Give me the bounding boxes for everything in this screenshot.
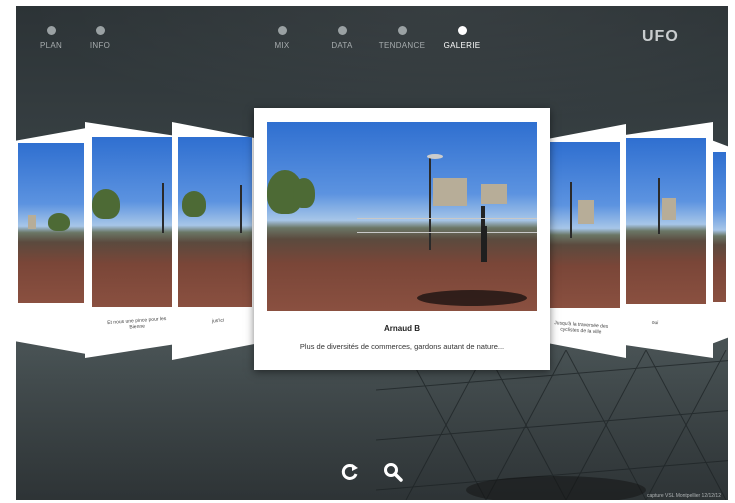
gallery-card-right-2[interactable]: oui [617,122,713,358]
search-button[interactable] [382,462,404,484]
refresh-button[interactable] [339,462,361,484]
featured-photo [267,122,537,311]
nav-label: MIX [274,41,290,50]
card-caption: Jusqu'à la traversée des cyclistes de la… [554,320,609,336]
nav-dot-icon [277,26,287,35]
card-photo [92,137,172,307]
featured-author: Arnaud B [384,324,420,333]
fence-backdrop [376,350,728,500]
card-caption: jus'ici [211,317,225,325]
nav-dot-icon [46,26,56,35]
refresh-icon [341,463,358,480]
gallery-card-far-left[interactable] [16,127,92,355]
nav-dot-icon [337,26,347,35]
footer-credit: capture VSL Montpellier 12/12/12 [646,493,721,499]
card-caption: Et nous une pince pour les Bienne [107,315,167,331]
gallery-card-right-3[interactable]: Jusqu'à la traversée des cyclistes de la… [540,124,626,358]
nav-item-tendance[interactable]: TENDANCE [372,26,432,50]
nav-label: GALERIE [443,41,481,50]
nav-label: TENDANCE [378,41,426,50]
gallery-card-left-2[interactable]: Et nous une pince pour les Bienne [85,122,177,358]
nav-item-galerie[interactable]: GALERIE [432,26,492,50]
gallery-card-featured[interactable]: Arnaud B Plus de diversités de commerces… [254,108,550,370]
nav-item-mix[interactable]: MIX [252,26,312,50]
card-photo [624,138,706,304]
featured-comment: Plus de diversités de commerces, gardons… [299,342,505,351]
nav-item-data[interactable]: DATA [312,26,372,50]
card-photo [548,142,620,308]
nav-item-info[interactable]: INFO [70,26,130,50]
nav-dot-icon [95,26,105,35]
nav-label: DATA [331,41,353,50]
nav-dot-icon [457,26,467,35]
card-photo [712,152,726,302]
card-photo [178,137,252,307]
nav-dot-icon [397,26,407,35]
gallery-card-left-3[interactable]: jus'ici [172,122,258,360]
card-photo [18,143,84,303]
search-icon [384,463,403,482]
card-caption: oui [651,319,659,327]
nav-label: INFO [89,41,111,50]
logo: UFO [642,28,679,45]
